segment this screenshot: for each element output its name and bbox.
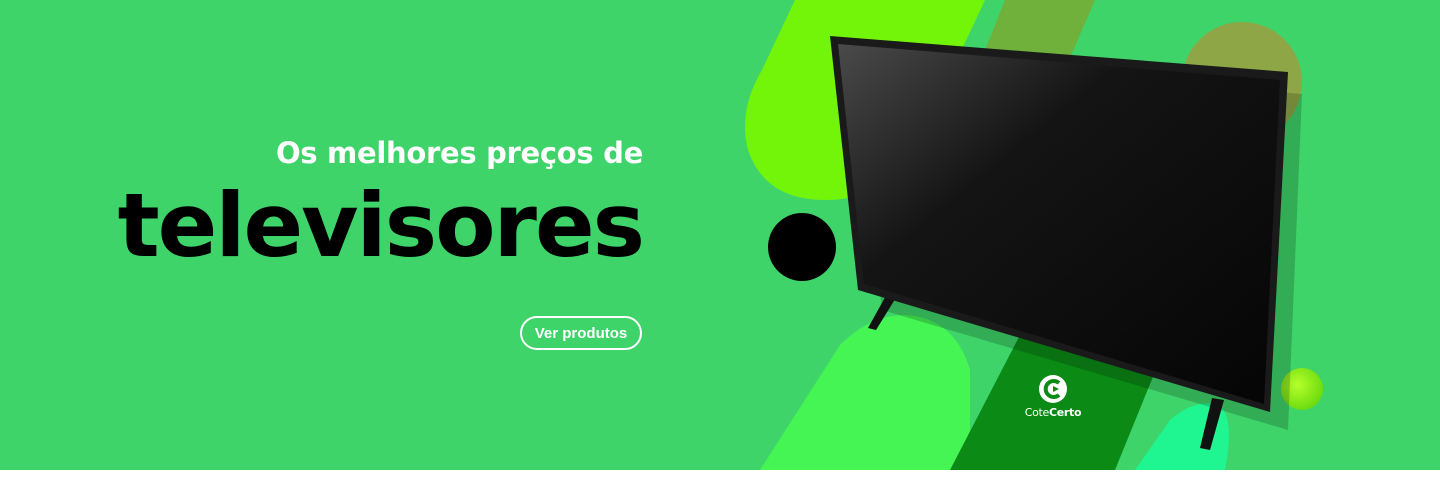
ver-produtos-button[interactable]: Ver produtos	[520, 316, 642, 350]
banner-headline: Os melhores preços de	[275, 136, 643, 170]
cotecerto-logo[interactable]: CoteCerto	[1018, 374, 1088, 424]
cotecerto-logo-icon	[1039, 375, 1067, 403]
banner-title: televisores	[117, 174, 645, 277]
hero-banner: Os melhores preços de televisores Ver pr…	[0, 0, 1440, 470]
bright-green-pill-shape	[760, 315, 970, 470]
black-dot-shape	[768, 213, 836, 281]
cotecerto-logo-text: CoteCerto	[1024, 406, 1082, 419]
